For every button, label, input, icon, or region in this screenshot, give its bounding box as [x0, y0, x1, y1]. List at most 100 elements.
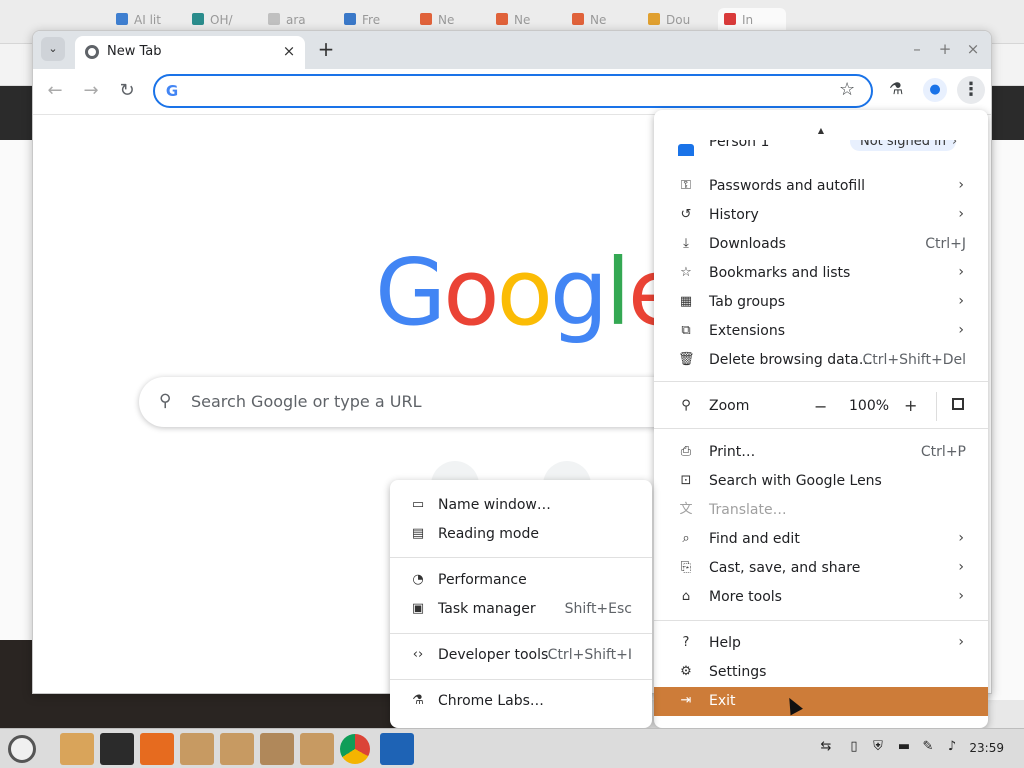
volume-icon[interactable]: ♪: [944, 739, 960, 755]
menu-item-find-and-edit[interactable]: ⌕ Find and edit ›: [654, 525, 988, 554]
back-button[interactable]: ←: [41, 77, 69, 105]
google-logo-letter: G: [375, 239, 446, 346]
menu-separator: [654, 428, 988, 429]
menu-item-bookmarks-and-lists[interactable]: ☆ Bookmarks and lists ›: [654, 259, 988, 288]
background-tab-label: Fre: [362, 13, 381, 27]
menu-item-exit[interactable]: ⇥ Exit: [654, 687, 988, 716]
code-icon: ‹›: [412, 647, 424, 662]
chevron-right-icon: ›: [958, 634, 964, 650]
menu-item-label: Bookmarks and lists: [709, 265, 851, 281]
shield-icon[interactable]: ⛨: [870, 739, 886, 755]
menu-item-translate: 文 Translate…: [654, 496, 988, 525]
menu-item-extensions[interactable]: ⧉ Extensions ›: [654, 317, 988, 346]
fullscreen-icon[interactable]: [952, 398, 964, 410]
tool-icon[interactable]: ✎: [920, 739, 936, 755]
background-tab-label: Ne: [438, 13, 455, 27]
menu-item-performance[interactable]: ◔ Performance: [390, 566, 652, 595]
chevron-right-icon: ›: [958, 530, 964, 546]
menu-profile-row[interactable]: Person 1 Not signed in ›: [664, 140, 978, 158]
menu-item-label: Developer tools: [438, 647, 549, 663]
lens-icon: ⊡: [680, 473, 692, 488]
menu-item-label: Cast, save, and share: [709, 560, 861, 576]
start-menu-icon[interactable]: [8, 735, 36, 763]
chevron-right-icon: ›: [958, 588, 964, 604]
forward-button[interactable]: →: [77, 77, 105, 105]
chrome-labs-icon[interactable]: ⚗: [889, 79, 903, 98]
menu-item-chrome-labs[interactable]: ⚗ Chrome Labs…: [390, 687, 652, 716]
folder-app-icon[interactable]: [60, 733, 94, 765]
minimize-button[interactable]: –: [907, 39, 927, 59]
menu-item-task-manager[interactable]: ▣ Task manager Shift+Esc: [390, 595, 652, 624]
menu-item-more-tools[interactable]: ⌂ More tools ›: [654, 583, 988, 612]
omnibox[interactable]: G ☆: [153, 74, 873, 108]
chrome-menu-button[interactable]: ⋮: [957, 76, 985, 104]
ntp-search-placeholder: Search Google or type a URL: [191, 392, 422, 411]
transfer-app-icon[interactable]: [380, 733, 414, 765]
package-app-4-icon[interactable]: [300, 733, 334, 765]
chrome-app-icon[interactable]: [340, 734, 370, 764]
menu-item-label: Task manager: [438, 601, 536, 617]
tab-search-button[interactable]: ⌄: [41, 37, 65, 61]
menu-item-label: Find and edit: [709, 531, 800, 547]
menu-item-cast-save-and-share[interactable]: ⎘ Cast, save, and share ›: [654, 554, 988, 583]
zoom-out-button[interactable]: −: [814, 397, 827, 416]
menu-item-label: Reading mode: [438, 526, 539, 542]
keyboard-icon[interactable]: ▬: [896, 739, 912, 755]
google-logo-letter: l: [605, 239, 631, 346]
print-icon: ⎙: [680, 444, 692, 459]
network-icon[interactable]: ⇆: [818, 739, 834, 755]
terminal-app-icon[interactable]: [100, 733, 134, 765]
new-tab-button[interactable]: +: [315, 38, 337, 60]
menu-item-delete-browsing-data[interactable]: 🗑 Delete browsing data… Ctrl+Shift+Del: [654, 346, 988, 375]
menu-item-history[interactable]: ↺ History ›: [654, 201, 988, 230]
menu-item-label: Performance: [438, 572, 527, 588]
tab-favicon-icon: [496, 13, 508, 25]
reload-button[interactable]: ↻: [113, 77, 141, 105]
menu-item-developer-tools[interactable]: ‹› Developer tools Ctrl+Shift+I: [390, 641, 652, 670]
tab-close-icon[interactable]: ×: [279, 41, 299, 61]
menu-item-label: Search with Google Lens: [709, 473, 882, 489]
toolbox-icon: ⌂: [681, 589, 691, 604]
package-app-3-icon[interactable]: [260, 733, 294, 765]
zoom-level: 100%: [849, 398, 890, 414]
history-icon: ↺: [680, 207, 692, 222]
menu-item-help[interactable]: ? Help ›: [654, 629, 988, 658]
ntp-search-box[interactable]: ⚲ Search Google or type a URL: [139, 377, 739, 427]
package-app-2-icon[interactable]: [220, 733, 254, 765]
menu-item-tab-groups[interactable]: ▦ Tab groups ›: [654, 288, 988, 317]
menu-separator: [390, 679, 652, 680]
background-tab-label: OH/: [210, 13, 233, 27]
maximize-button[interactable]: +: [935, 39, 955, 59]
menu-item-print[interactable]: ⎙ Print… Ctrl+P: [654, 438, 988, 467]
menu-item-label: History: [709, 207, 759, 223]
firefox-app-icon[interactable]: [140, 733, 174, 765]
menu-item-search-with-google-lens[interactable]: ⊡ Search with Google Lens: [654, 467, 988, 496]
menu-item-settings[interactable]: ⚙ Settings: [654, 658, 988, 687]
zoom-in-button[interactable]: +: [904, 396, 917, 415]
download-icon: ⤓: [683, 236, 689, 251]
bookmark-star-icon[interactable]: ☆: [839, 79, 855, 100]
zoom-icon: ⚲: [681, 398, 691, 413]
close-window-button[interactable]: ×: [963, 39, 983, 59]
menu-item-label: Help: [709, 635, 741, 651]
menu-item-label: Downloads: [709, 236, 786, 252]
menu-item-label: Exit: [709, 693, 736, 709]
menu-item-shortcut: Ctrl+P: [920, 444, 966, 460]
tab-favicon-icon: [116, 13, 128, 25]
labs-icon: ⚗: [412, 693, 424, 708]
trash-icon: 🗑: [678, 352, 695, 367]
menu-item-name-window[interactable]: ▭ Name window…: [390, 491, 652, 520]
menu-item-downloads[interactable]: ⤓ Downloads Ctrl+J: [654, 230, 988, 259]
clock[interactable]: 23:59: [969, 741, 1004, 755]
background-tab-label: ara: [286, 13, 306, 27]
chrome-favicon-icon: [85, 45, 99, 59]
menu-item-reading-mode[interactable]: ▤ Reading mode: [390, 520, 652, 549]
package-app-1-icon[interactable]: [180, 733, 214, 765]
menu-scroll-up-icon[interactable]: ▲: [654, 126, 988, 135]
tab-favicon-icon: [724, 13, 736, 25]
menu-item-passwords-and-autofill[interactable]: ⚿ Passwords and autofill ›: [654, 172, 988, 201]
tab-new-tab[interactable]: New Tab ×: [75, 36, 305, 69]
profile-avatar-icon[interactable]: ●: [923, 78, 947, 102]
clipboard-icon[interactable]: ▯: [846, 739, 862, 755]
search-icon: ⚲: [159, 391, 172, 411]
